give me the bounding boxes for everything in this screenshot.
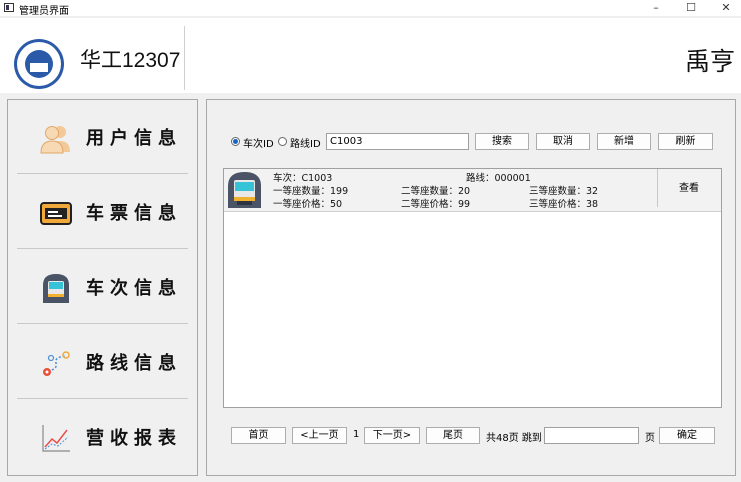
sidebar-item-label: 路线信息	[86, 353, 182, 374]
current-page: 1	[353, 429, 360, 440]
university-logo	[14, 39, 64, 89]
prev-page-button[interactable]: <上一页	[292, 427, 347, 444]
record-train: 车次：C1003	[273, 173, 333, 184]
minimize-button[interactable]: –	[641, 0, 671, 16]
chart-icon	[42, 425, 70, 452]
maximize-button[interactable]: ☐	[676, 0, 706, 16]
search-input[interactable]: C1003	[326, 133, 469, 150]
brand-title: 华工12307	[80, 49, 181, 72]
sidebar-item-label: 车票信息	[86, 203, 182, 224]
first-page-button[interactable]: 首页	[231, 427, 286, 444]
record-second-count: 二等座数量：20	[401, 186, 471, 197]
main-panel: 车次ID 路线ID C1003 搜索 取消 新增 刷新 车次：C1003 路线：…	[206, 99, 736, 476]
record-third-price: 三等座价格：38	[529, 199, 599, 210]
train-icon	[43, 274, 69, 303]
divider	[17, 173, 188, 174]
sidebar-item-tickets[interactable]: 车票信息	[8, 175, 197, 249]
divider	[17, 248, 188, 249]
sidebar-item-routes[interactable]: 路线信息	[8, 325, 197, 399]
radio-route-id-label[interactable]: 路线ID	[290, 135, 321, 150]
train-icon	[228, 172, 261, 208]
refresh-button[interactable]: 刷新	[658, 133, 713, 150]
record-route: 路线：000001	[466, 173, 531, 184]
sidebar-item-trains[interactable]: 车次信息	[8, 250, 197, 324]
list-item: 车次：C1003 路线：000001 一等座数量：199 二等座数量：20 三等…	[224, 169, 721, 212]
jump-page-input[interactable]	[544, 427, 639, 444]
train-list: 车次：C1003 路线：000001 一等座数量：199 二等座数量：20 三等…	[223, 168, 722, 408]
radio-route-id[interactable]	[278, 137, 287, 146]
radio-train-id[interactable]	[231, 137, 240, 146]
sidebar-item-reports[interactable]: 营收报表	[8, 400, 197, 474]
title-bar: 管理员界面 – ☐ ✕	[0, 0, 741, 17]
sidebar-item-label: 用户信息	[86, 128, 182, 149]
search-button[interactable]: 搜索	[475, 133, 529, 150]
sidebar-item-users[interactable]: 用户信息	[8, 100, 197, 174]
record-first-price: 一等座价格：50	[273, 199, 343, 210]
divider	[17, 323, 188, 324]
radio-train-id-label[interactable]: 车次ID	[243, 135, 274, 150]
record-third-count: 三等座数量：32	[529, 186, 599, 197]
users-icon	[40, 126, 70, 154]
sidebar: 用户信息 车票信息 车次信息 路线信息 营收报表	[7, 99, 198, 476]
pagination: 首页 <上一页 1 下一页> 尾页 共48页 跳到 页 确定	[231, 427, 721, 444]
route-icon	[43, 351, 70, 376]
cancel-button[interactable]: 取消	[536, 133, 590, 150]
username: 禹亨	[684, 48, 735, 76]
page-suffix: 页	[645, 433, 655, 444]
window-title: 管理员界面	[19, 6, 69, 17]
ticket-icon	[40, 202, 72, 225]
record-divider	[657, 169, 658, 207]
record-first-count: 一等座数量：199	[273, 186, 349, 197]
logo-building	[30, 63, 48, 72]
confirm-button[interactable]: 确定	[659, 427, 715, 444]
header-divider	[184, 26, 185, 90]
divider	[17, 398, 188, 399]
next-page-button[interactable]: 下一页>	[364, 427, 420, 444]
header: 华工12307 禹亨	[0, 18, 741, 93]
sidebar-item-label: 车次信息	[86, 278, 182, 299]
record-second-price: 二等座价格：99	[401, 199, 471, 210]
add-button[interactable]: 新增	[597, 133, 651, 150]
last-page-button[interactable]: 尾页	[426, 427, 480, 444]
view-button[interactable]: 查看	[660, 181, 718, 197]
total-pages: 共48页 跳到	[486, 433, 542, 444]
close-button[interactable]: ✕	[711, 0, 741, 16]
sidebar-item-label: 营收报表	[86, 428, 182, 449]
app-icon	[4, 3, 14, 12]
